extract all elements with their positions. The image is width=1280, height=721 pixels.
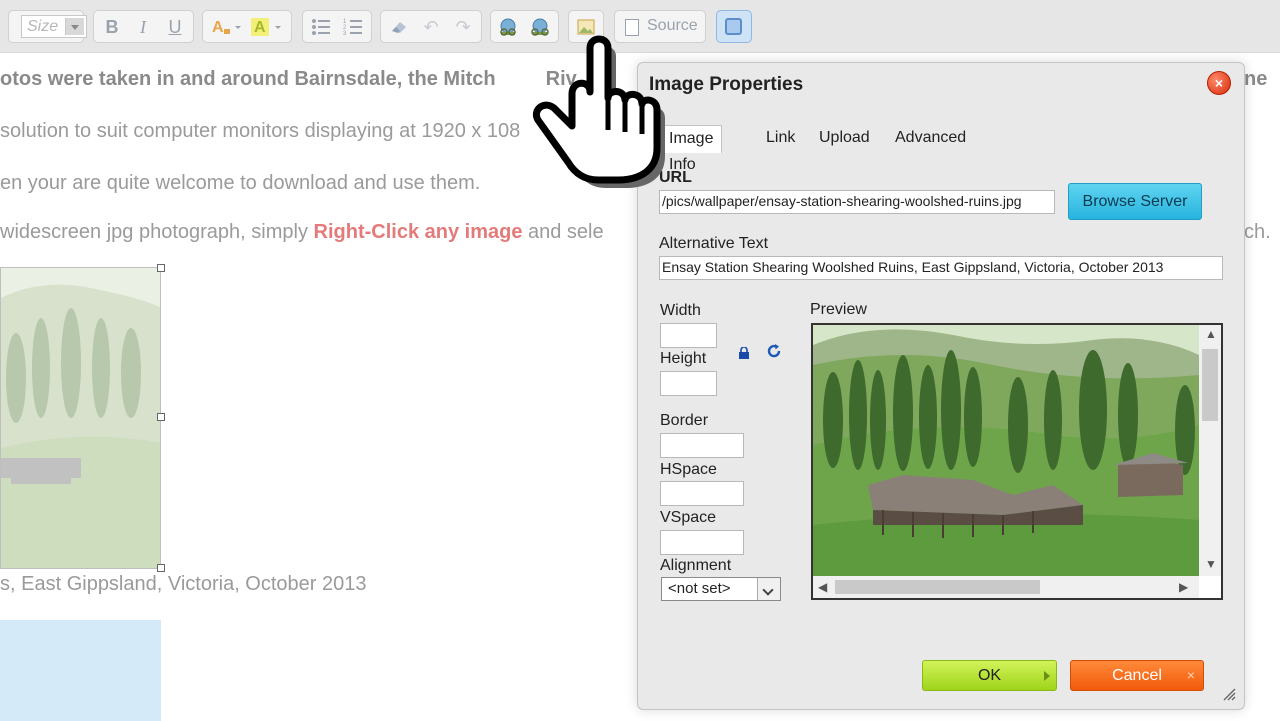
reset-size-icon[interactable] — [766, 343, 782, 364]
preview-vertical-scrollbar[interactable]: ▲ ▼ — [1199, 325, 1221, 576]
image-preview: ▲ ▼ ◀ ▶ — [811, 323, 1223, 600]
tab-advanced[interactable]: Advanced — [887, 125, 974, 153]
image-properties-dialog: Image Properties × Image Info Link Uploa… — [637, 62, 1245, 710]
eraser-icon[interactable] — [387, 15, 411, 39]
alignment-select[interactable]: <not set> — [661, 577, 781, 601]
vertical-scroll-thumb[interactable] — [1202, 349, 1218, 421]
svg-text:3: 3 — [343, 31, 347, 36]
scroll-down-icon[interactable]: ▼ — [1205, 557, 1217, 571]
svg-text:A: A — [254, 19, 266, 36]
selected-image[interactable] — [0, 267, 161, 569]
text-color-icon[interactable]: A — [209, 15, 245, 39]
border-label: Border — [660, 412, 709, 429]
content-line-4-suffix: and sele — [522, 221, 604, 243]
edit-group: ↶ ↷ — [380, 10, 482, 43]
resize-handle[interactable] — [157, 264, 165, 272]
content-line-1-end: ne — [1244, 68, 1268, 90]
scroll-right-icon[interactable]: ▶ — [1179, 580, 1188, 594]
cancel-button[interactable]: Cancel × — [1070, 660, 1204, 691]
width-label: Width — [660, 302, 701, 319]
svg-text:A: A — [212, 19, 224, 36]
tab-upload[interactable]: Upload — [811, 125, 878, 153]
browse-server-button[interactable]: Browse Server — [1068, 183, 1202, 220]
background-color-icon[interactable]: A — [249, 15, 285, 39]
color-group: A A — [202, 10, 292, 43]
vspace-input[interactable] — [660, 530, 744, 555]
preview-image — [813, 325, 1199, 576]
tab-link[interactable]: Link — [758, 125, 803, 153]
resize-handle[interactable] — [157, 564, 165, 572]
hand-pointer-icon — [528, 30, 673, 190]
numbered-list-icon[interactable]: 123 — [341, 15, 365, 39]
size-group: Size — [8, 10, 87, 43]
hspace-input[interactable] — [660, 481, 744, 506]
alt-text-input[interactable]: Ensay Station Shearing Woolshed Ruins, E… — [659, 256, 1223, 280]
horizontal-scroll-thumb[interactable] — [835, 580, 1040, 594]
bulleted-list-icon[interactable] — [309, 15, 333, 39]
chevron-down-icon[interactable] — [757, 578, 780, 600]
close-icon[interactable]: × — [1207, 71, 1231, 95]
list-group: 123 — [302, 10, 372, 43]
chevron-down-icon[interactable] — [65, 18, 84, 35]
height-input[interactable] — [660, 371, 717, 396]
alt-text-label: Alternative Text — [659, 235, 769, 252]
font-size-select[interactable]: Size — [21, 15, 87, 38]
width-input[interactable] — [660, 323, 717, 348]
height-label: Height — [660, 350, 707, 367]
content-line-1-text: otos were taken in and around Bairnsdale… — [0, 68, 496, 90]
lock-ratio-icon[interactable] — [738, 346, 750, 364]
arrow-right-icon — [1044, 671, 1050, 681]
italic-icon[interactable]: I — [131, 15, 155, 39]
content-line-1: otos were taken in and around Bairnsdale… — [0, 68, 577, 91]
url-input[interactable]: /pics/wallpaper/ensay-station-shearing-w… — [659, 190, 1055, 214]
vspace-label: VSpace — [660, 509, 717, 526]
content-line-2: solution to suit computer monitors displ… — [0, 120, 521, 142]
text-style-group: B I U — [93, 10, 194, 43]
ok-button[interactable]: OK — [922, 660, 1057, 691]
content-line-4-text: widescreen jpg photograph, simply — [0, 221, 314, 243]
redo-icon[interactable]: ↷ — [451, 15, 475, 39]
preview-label: Preview — [810, 301, 867, 318]
content-line-4: widescreen jpg photograph, simply Right-… — [0, 221, 604, 244]
ok-label: OK — [977, 667, 1002, 684]
scroll-left-icon[interactable]: ◀ — [818, 580, 827, 594]
link-icon[interactable] — [496, 15, 520, 39]
cancel-x-icon: × — [1186, 667, 1195, 683]
resize-handle[interactable] — [157, 413, 165, 421]
image-caption: s, East Gippsland, Victoria, October 201… — [0, 573, 367, 595]
preview-horizontal-scrollbar[interactable]: ◀ ▶ — [813, 576, 1199, 598]
maximize-icon — [725, 18, 742, 35]
right-click-highlight: Right-Click any image — [313, 221, 523, 243]
cancel-label: Cancel — [1112, 667, 1162, 684]
underline-icon[interactable]: U — [163, 15, 187, 39]
scroll-up-icon[interactable]: ▲ — [1205, 327, 1217, 341]
content-line-3: en your are quite welcome to download an… — [0, 172, 481, 194]
maximize-button[interactable] — [716, 10, 752, 43]
alignment-label: Alignment — [660, 557, 732, 574]
blue-image-placeholder — [0, 620, 161, 721]
content-line-4-end: ch. — [1244, 221, 1271, 243]
font-size-placeholder: Size — [27, 18, 59, 35]
border-input[interactable] — [660, 433, 744, 458]
bold-icon[interactable]: B — [100, 15, 124, 39]
resize-grip-icon[interactable] — [1222, 687, 1236, 701]
hspace-label: HSpace — [660, 461, 717, 478]
alignment-value: <not set> — [668, 580, 731, 597]
undo-icon[interactable]: ↶ — [419, 15, 443, 39]
